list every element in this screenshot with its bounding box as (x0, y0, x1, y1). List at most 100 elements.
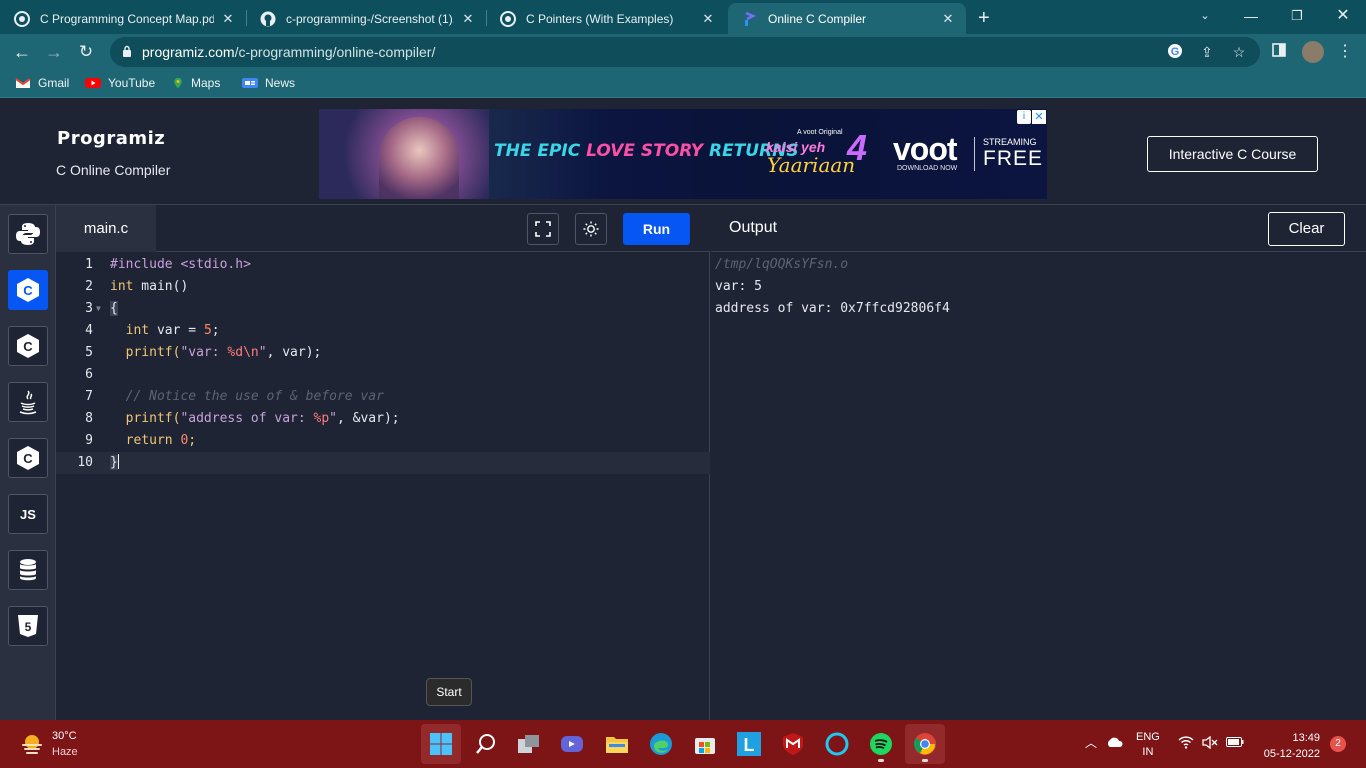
teams-chat-button[interactable] (552, 724, 592, 764)
system-clock[interactable]: 13:49 05-12-2022 (1264, 730, 1320, 762)
close-window-button[interactable]: ✕ (1320, 4, 1366, 28)
google-icon[interactable]: G (1166, 43, 1184, 61)
youtube-icon (85, 78, 101, 88)
output-line: var: 5 (715, 279, 762, 294)
csharp-language-button[interactable]: C (8, 438, 48, 478)
alexa-button[interactable] (817, 724, 857, 764)
reload-icon[interactable]: ↻ (74, 40, 98, 64)
notification-badge[interactable]: 2 (1330, 736, 1346, 752)
output-line: /tmp/lqOQKsYFsn.o (715, 257, 849, 272)
mcafee-button[interactable] (773, 724, 813, 764)
html-language-button[interactable]: 5 (8, 606, 48, 646)
edge-browser-button[interactable] (641, 724, 681, 764)
ad-info-icon[interactable]: i (1017, 110, 1031, 124)
browser-tab-strip: C Programming Concept Map.pd ✕ c-program… (0, 0, 1366, 34)
restore-button[interactable]: ❐ (1274, 4, 1320, 28)
sql-language-button[interactable] (8, 550, 48, 590)
show-hidden-icons[interactable]: ︿ (1085, 734, 1097, 751)
maps-icon (174, 77, 182, 89)
fullscreen-icon (535, 221, 551, 237)
ad-tagline: THE EPIC LOVE STORY RETURNS (494, 141, 799, 161)
interactive-c-course-button[interactable]: Interactive C Course (1147, 136, 1318, 172)
code-editor[interactable]: 1 #include <stdio.h> 2 int main() 3 ▼ { … (56, 252, 710, 720)
tab-c-pointers[interactable]: C Pointers (With Examples) ✕ (486, 3, 726, 34)
bookmark-star-icon[interactable]: ☆ (1230, 43, 1248, 61)
tab-github-screenshot[interactable]: c-programming-/Screenshot (1). ✕ (246, 3, 486, 34)
forward-arrow-icon[interactable]: → (42, 40, 66, 64)
chrome-menu-icon[interactable]: ⋮ (1334, 41, 1356, 63)
code-line-current: 10 } (56, 452, 710, 474)
fullscreen-button[interactable] (527, 213, 559, 245)
windows-taskbar: 30°C Haze L ︿ ENG IN 13:49 05-12-2022 2 (0, 720, 1366, 768)
output-panel[interactable]: /tmp/lqOQKsYFsn.o var: 5 address of var:… (711, 252, 1366, 720)
programiz-icon (742, 11, 758, 27)
theme-toggle-button[interactable] (575, 213, 607, 245)
volume-muted-icon[interactable] (1202, 735, 1218, 752)
code-line: 6 (85, 367, 93, 382)
battery-icon[interactable] (1226, 737, 1244, 750)
onedrive-icon[interactable] (1106, 736, 1124, 751)
code-line: 8 printf("address of var: %p", &var); (85, 411, 400, 426)
address-bar[interactable]: programiz.com/c-programming/online-compi… (110, 37, 1260, 67)
close-tab-icon[interactable]: ✕ (700, 11, 716, 27)
svg-text:G: G (1171, 46, 1180, 58)
chrome-button[interactable] (905, 724, 945, 764)
close-tab-icon[interactable]: ✕ (460, 11, 476, 27)
wifi-icon[interactable] (1178, 736, 1194, 752)
page-subtitle: C Online Compiler (56, 162, 171, 178)
bookmark-gmail[interactable]: Gmail (15, 76, 69, 90)
language-sidebar: C C C JS 5 (0, 205, 56, 720)
python-language-button[interactable] (8, 214, 48, 254)
taskbar-search-button[interactable] (466, 724, 506, 764)
windows-start-button[interactable] (421, 724, 461, 764)
file-explorer-button[interactable] (597, 724, 637, 764)
url-domain: programiz.com (142, 44, 235, 60)
browser-toolbar: ← → ↻ programiz.com/c-programming/online… (0, 34, 1366, 70)
url-text: programiz.com/c-programming/online-compi… (142, 44, 435, 60)
l-app-button[interactable]: L (729, 724, 769, 764)
store-icon (695, 738, 715, 754)
programiz-logo[interactable]: Programiz (57, 128, 165, 149)
c-language-button[interactable]: C (8, 270, 48, 310)
minimize-button[interactable]: — (1228, 4, 1274, 28)
bookmark-maps[interactable]: Maps (172, 76, 220, 90)
java-language-button[interactable] (8, 382, 48, 422)
output-line: address of var: 0x7ffcd92806f4 (715, 301, 950, 316)
fold-arrow-icon[interactable]: ▼ (96, 298, 101, 320)
tab-search-icon[interactable]: ⌄ (1182, 4, 1228, 28)
js-icon: JS (20, 506, 36, 522)
tab-online-c-compiler[interactable]: Online C Compiler ✕ (728, 3, 966, 34)
file-tab-main-c[interactable]: main.c (56, 205, 156, 252)
run-button[interactable]: Run (623, 213, 690, 245)
close-tab-icon[interactable]: ✕ (940, 11, 956, 27)
advertisement-banner[interactable]: THE EPIC LOVE STORY RETURNS A voot Origi… (319, 109, 1047, 199)
bookmark-youtube[interactable]: YouTube (85, 76, 155, 90)
csharp-icon: C (17, 446, 39, 470)
task-view-button[interactable] (509, 724, 549, 764)
text-cursor (117, 454, 119, 469)
javascript-language-button[interactable]: JS (8, 494, 48, 534)
weather-description[interactable]: Haze (52, 746, 78, 758)
new-tab-button[interactable]: + (978, 7, 990, 30)
cpp-language-button[interactable]: C (8, 326, 48, 366)
share-icon[interactable]: ⇪ (1198, 43, 1216, 61)
language-indicator[interactable]: ENG IN (1136, 730, 1160, 760)
editor-header: main.c Run (56, 205, 710, 252)
back-arrow-icon[interactable]: ← (10, 40, 34, 64)
spotify-button[interactable] (861, 724, 901, 764)
ad-show-title-2: Yaariaan (767, 153, 856, 177)
weather-temperature[interactable]: 30°C (52, 730, 77, 742)
java-icon (19, 390, 37, 415)
bookmark-news[interactable]: News (242, 76, 295, 90)
microsoft-store-button[interactable] (685, 724, 725, 764)
running-indicator (922, 759, 928, 762)
side-panel-icon[interactable] (1268, 41, 1290, 63)
code-line: 1 #include <stdio.h> (85, 257, 251, 272)
haze-weather-icon[interactable] (20, 733, 44, 755)
tab-concept-map[interactable]: C Programming Concept Map.pd ✕ (0, 3, 246, 34)
clear-button[interactable]: Clear (1268, 212, 1345, 246)
close-tab-icon[interactable]: ✕ (220, 11, 236, 27)
profile-avatar[interactable] (1302, 41, 1324, 63)
cpp-icon: C (17, 334, 39, 358)
ad-close-icon[interactable]: ✕ (1032, 110, 1046, 124)
